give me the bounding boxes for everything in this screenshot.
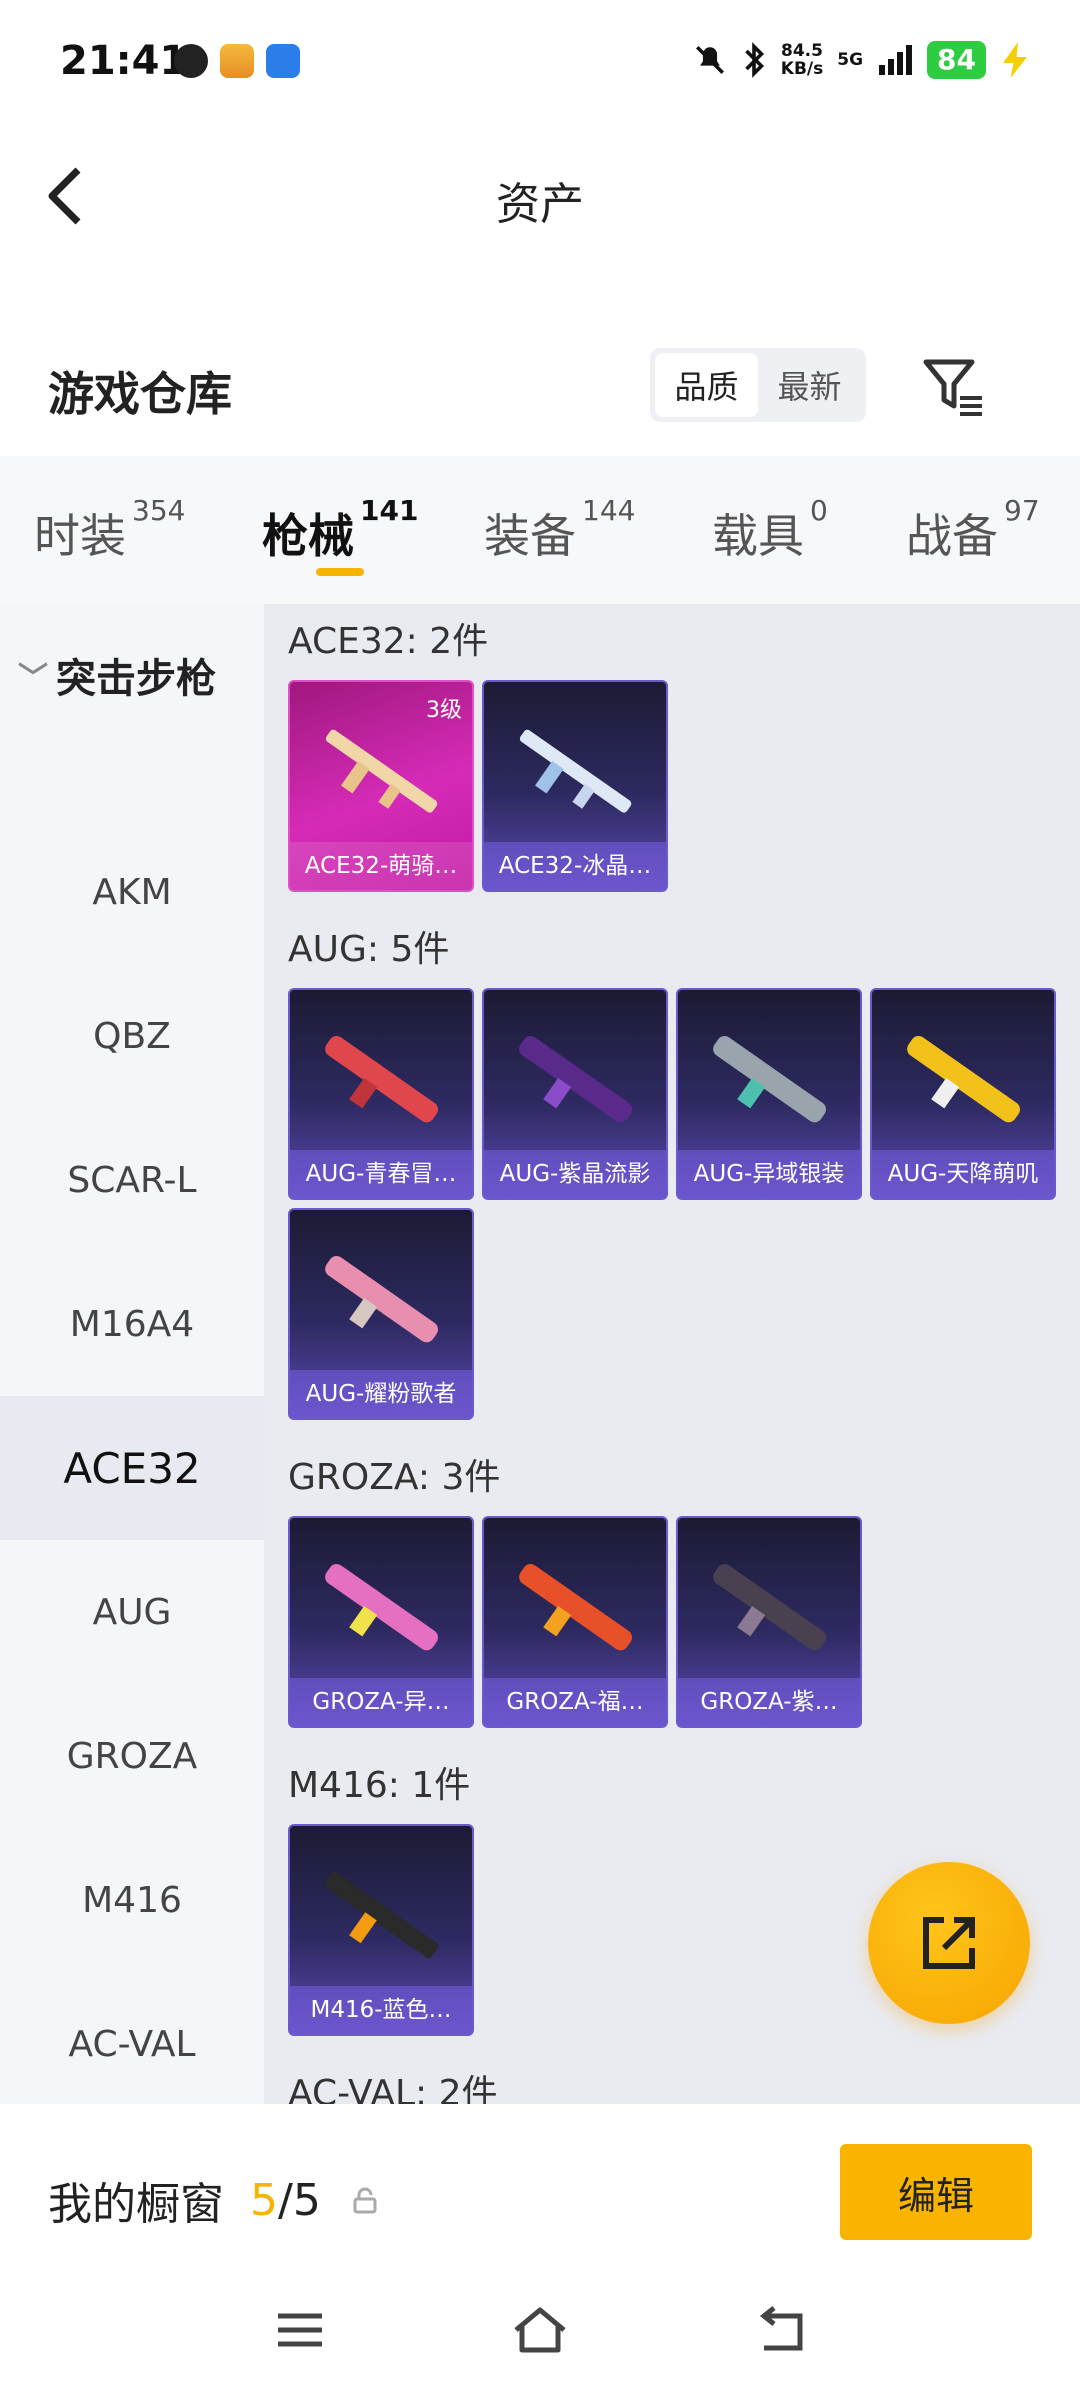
tab-firearms[interactable]: 枪械 141 [262,494,418,566]
home-icon [514,2307,566,2353]
sort-quality-button[interactable]: 品质 [655,353,758,417]
back-nav-button[interactable] [752,2300,812,2360]
weapon-name: GROZA-紫… [678,1678,860,1726]
edit-button[interactable]: 编辑 [840,2144,1032,2240]
group-label-groza: GROZA: 3件 [288,1457,501,1498]
tab-equipment[interactable]: 装备 144 [484,494,635,566]
group-label-aug: AUG: 5件 [288,929,450,970]
rifle-icon [325,1564,438,1651]
weapon-card[interactable]: 3级 ACE32-萌骑… [288,680,474,892]
signal-icon [879,45,913,75]
game-app-icon [220,44,254,78]
sidebar-item-akm[interactable]: AKM [0,820,264,964]
sidebar-item-groza[interactable]: GROZA [0,1684,264,1828]
menu-icon [278,2313,322,2347]
category-tabs: 时装 354 枪械 141 装备 144 载具 0 战备 97 [0,456,1080,604]
filter-icon [923,359,982,416]
share-icon [923,1917,975,1969]
warehouse-title: 游戏仓库 [48,367,232,421]
sort-newest-button[interactable]: 最新 [758,353,861,417]
weapon-card[interactable]: AUG-天降萌叽 [870,988,1056,1200]
rifle-icon [325,1256,438,1343]
lock-icon [353,2187,377,2214]
weapon-name: GROZA-异… [290,1678,472,1726]
weapon-card[interactable]: M416-蓝色… [288,1824,474,2036]
back-icon [759,2306,803,2351]
level-badge: 3级 [426,698,462,723]
tab-fashion[interactable]: 时装 354 [34,494,185,566]
rifle-icon [713,1564,826,1651]
mute-icon [695,45,724,75]
weapon-card[interactable]: GROZA-紫… [676,1516,862,1728]
rifle-icon [325,729,438,813]
weapon-name: AUG-异域银装 [678,1150,860,1198]
charging-icon [1003,42,1027,78]
weapon-card[interactable]: ACE32-冰晶… [482,680,668,892]
weapon-name: AUG-紫晶流影 [484,1150,666,1198]
home-nav-button[interactable] [510,2300,570,2360]
showcase-label: 我的橱窗 [48,2179,224,2230]
weapon-sidebar: ﹀ 突击步枪 AKM QBZ SCAR-L M16A4 ACE32 AUG GR… [0,604,264,2104]
weapon-name: AUG-天降萌叽 [872,1150,1054,1198]
rifle-icon [519,1564,632,1651]
sidebar-item-qbz[interactable]: QBZ [0,964,264,1108]
showcase-count: 5/5 [250,2174,321,2226]
menu-nav-button[interactable] [270,2300,330,2360]
active-tab-indicator [316,568,364,576]
weapon-card[interactable]: AUG-异域银装 [676,988,862,1200]
group-label-m416: M416: 1件 [288,1765,471,1806]
network-type: 5G [837,50,864,70]
sidebar-item-m16a4[interactable]: M16A4 [0,1252,264,1396]
network-speed: 84.5 KB/s [780,41,824,79]
weapon-name: AUG-青春冒… [290,1150,472,1198]
share-button[interactable] [868,1862,1030,2024]
bluetooth-icon [744,42,764,78]
showcase-info: 我的橱窗 5/5 [48,2168,379,2232]
rifle-icon [519,1036,632,1123]
weapon-card[interactable]: AUG-紫晶流影 [482,988,668,1200]
tab-vehicles[interactable]: 载具 0 [712,494,828,566]
group-label-ace32: ACE32: 2件 [288,621,489,662]
hotspot-icon [266,44,300,78]
sort-toggle: 品质 最新 [650,348,866,422]
status-indicators: 84.5 KB/s 5G 84 [693,40,1030,80]
sidebar-item-scar-l[interactable]: SCAR-L [0,1108,264,1252]
rifle-icon [325,1036,438,1123]
page-title: 资产 [496,179,584,230]
sidebar-category[interactable]: ﹀ 突击步枪 [18,646,216,704]
rifle-icon [324,1872,439,1959]
chevron-down-icon: ﹀ [18,661,48,696]
rifle-icon [713,1036,826,1123]
rifle-icon [519,729,632,813]
weapon-card[interactable]: GROZA-异… [288,1516,474,1728]
battery-level: 84 [927,41,986,79]
weapon-name: M416-蓝色… [290,1986,472,2034]
sidebar-item-m416[interactable]: M416 [0,1828,264,1972]
weapon-name: AUG-耀粉歌者 [290,1370,472,1418]
weapon-name: GROZA-福… [484,1678,666,1726]
sidebar-item-ac-val[interactable]: AC-VAL [0,1972,264,2116]
sidebar-item-aug[interactable]: AUG [0,1540,264,1684]
sidebar-item-ace32[interactable]: ACE32 [0,1396,264,1540]
weapon-card[interactable]: AUG-耀粉歌者 [288,1208,474,1420]
group-label-ac-val: AC-VAL: 2件 [288,2073,498,2104]
filter-button[interactable] [920,354,986,420]
weapon-name: ACE32-萌骑… [290,842,472,890]
app-notification-icon [174,44,208,78]
weapon-name: ACE32-冰晶… [484,842,666,890]
status-bar: 21:41 84.5 KB/s 5G 84 [0,0,1080,130]
weapon-card[interactable]: GROZA-福… [482,1516,668,1728]
weapon-card[interactable]: AUG-青春冒… [288,988,474,1200]
status-time: 21:41 [60,38,188,84]
rifle-icon [907,1036,1020,1123]
tab-supplies[interactable]: 战备 97 [906,494,1040,566]
